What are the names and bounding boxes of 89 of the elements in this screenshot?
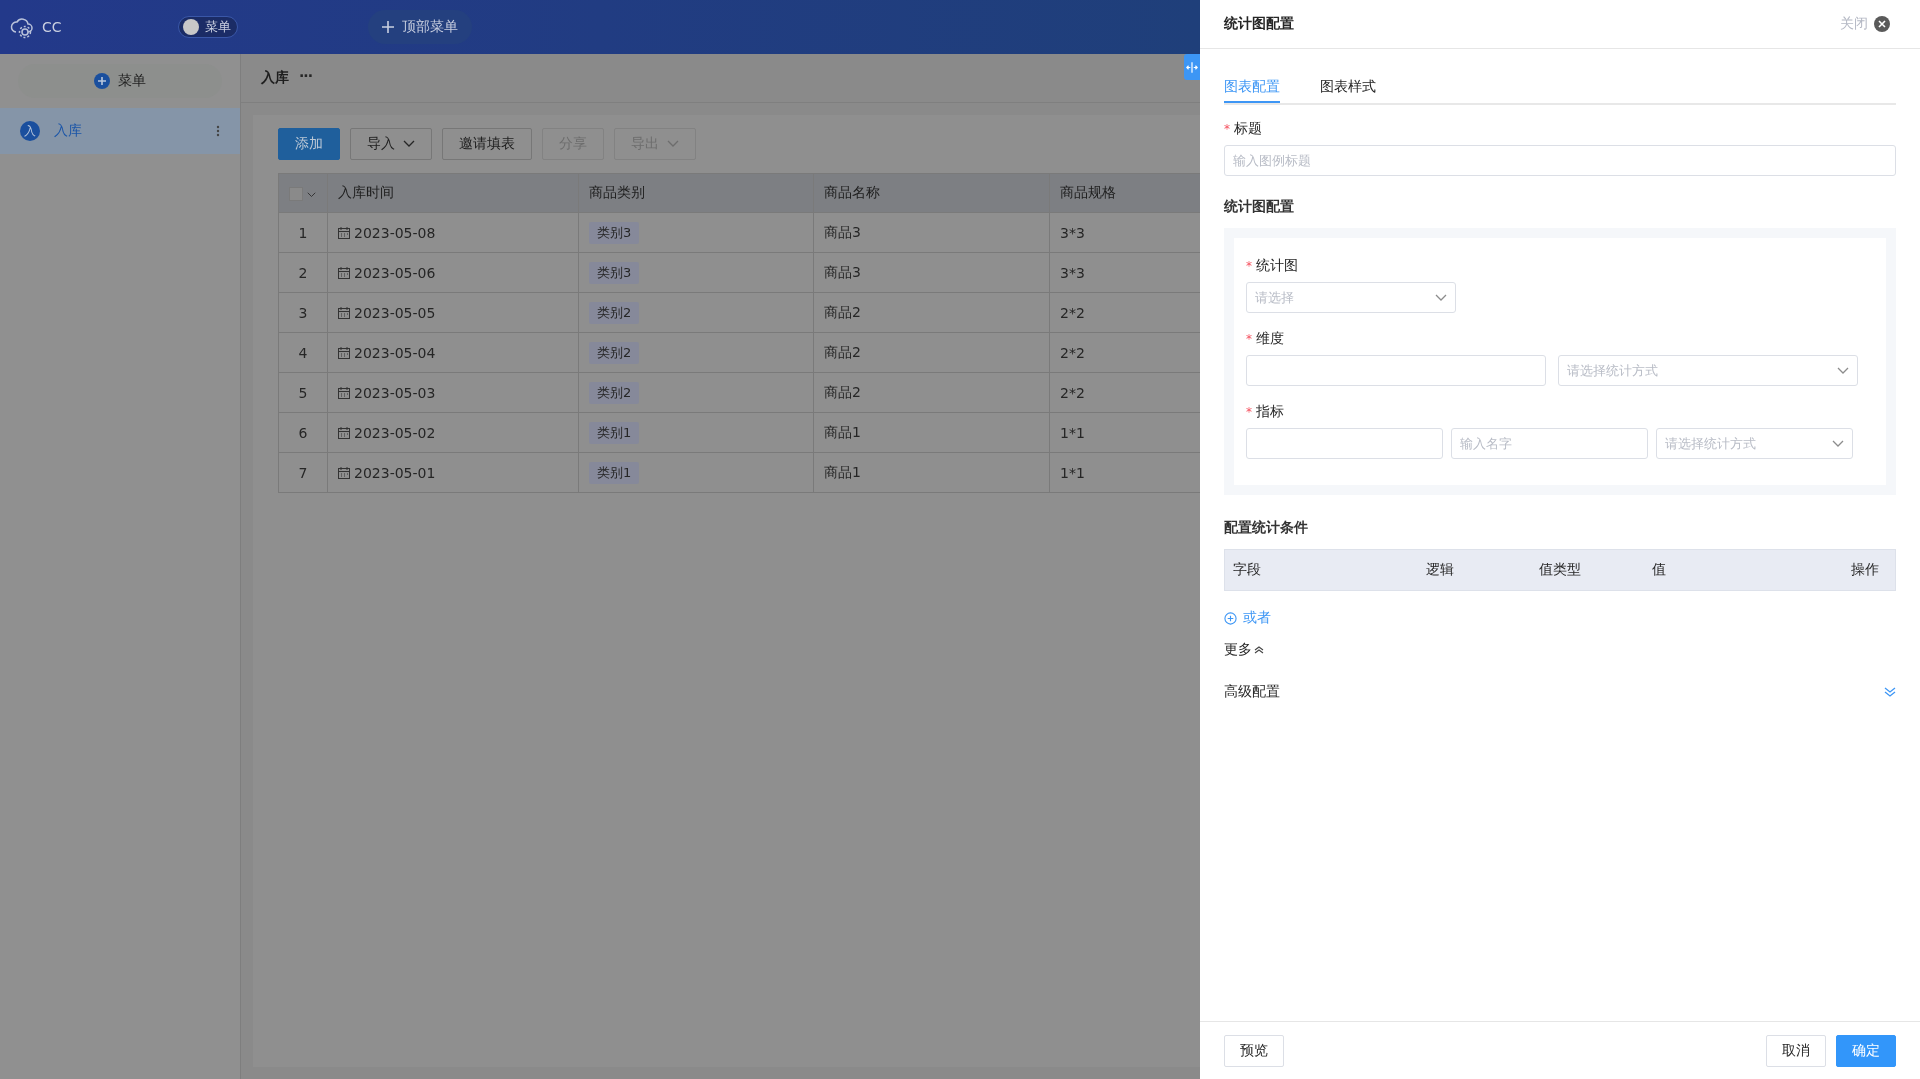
category-tag: 类别1 [589,421,640,444]
more-button[interactable]: ··· [299,68,312,84]
field-label: 指标 [1256,403,1284,421]
more-toggle[interactable]: 更多 [1224,641,1264,659]
required-asterisk: * [1224,122,1230,136]
table-cell: 2023-05-05 [354,304,436,321]
table-cell: 2023-05-02 [354,424,436,441]
chevron-down-icon [1435,293,1447,302]
calendar-icon [338,386,350,399]
table-cell: 商品1 [813,452,1050,493]
calendar-icon [338,226,350,239]
cancel-button[interactable]: 取消 [1766,1034,1826,1067]
field-label: 统计图 [1256,257,1298,275]
table-cell: 2023-05-08 [354,224,436,241]
category-tag: 类别3 [589,221,640,244]
row-number: 5 [278,372,328,413]
table-cell: 商品1 [813,412,1050,453]
avatar-badge: 入 [20,121,40,141]
plus-icon [382,21,394,33]
plus-circle-icon [94,73,110,89]
toolbar-button[interactable]: 导入 [350,128,432,160]
required-asterisk: * [1246,332,1252,346]
chevron-down-icon [1832,439,1844,448]
table-cell: 2023-05-04 [354,344,436,361]
page-title: 入库 [261,69,289,87]
table-cell: 商品3 [813,252,1050,293]
row-number: 1 [278,212,328,253]
resize-handle[interactable] [1184,54,1200,80]
cloud-gear-logo-icon [10,15,34,39]
calendar-icon [338,466,350,479]
row-number: 4 [278,332,328,373]
required-asterisk: * [1246,259,1252,273]
confirm-button[interactable]: 确定 [1836,1034,1896,1067]
column-header: 操作 [1851,561,1879,579]
section-heading: 统计图配置 [1224,198,1295,216]
column-header: 入库时间 [327,173,579,213]
drawer-title: 统计图配置 [1224,15,1295,33]
plus-circle-icon [1224,611,1237,625]
chevron-down-icon [1837,366,1849,375]
column-header: 商品名称 [813,173,1050,213]
chevron-up-icon [1254,646,1264,654]
toolbar-button[interactable]: 邀请填表 [442,128,532,160]
top-menu-button[interactable]: 顶部菜单 [368,10,472,44]
table-cell: 商品2 [813,292,1050,333]
category-tag: 类别1 [589,461,640,484]
table-cell: 2023-05-06 [354,264,436,281]
tab[interactable]: 图表样式 [1320,73,1376,103]
metric-input[interactable] [1246,428,1443,459]
column-header: 商品规格 [1049,173,1200,213]
row-number: 7 [278,452,328,493]
tab[interactable]: 图表配置 [1224,73,1280,103]
table-cell: 商品2 [813,372,1050,413]
field-label: 维度 [1256,330,1284,348]
section-heading: 配置统计条件 [1224,519,1309,537]
kebab-icon[interactable] [216,125,220,137]
column-header: 逻辑 [1426,561,1455,579]
dimension-input[interactable] [1246,355,1546,386]
add-or-link[interactable]: 或者 [1224,609,1271,627]
category-tag: 类别2 [589,381,640,404]
category-tag: 类别2 [589,301,640,324]
close-button[interactable]: 关闭 [1834,14,1896,34]
preview-button[interactable]: 预览 [1224,1034,1284,1067]
table-cell: 商品2 [813,332,1050,373]
calendar-icon [338,306,350,319]
double-chevron-down-icon[interactable] [1884,687,1896,697]
column-header: 值类型 [1539,561,1582,579]
table-cell: 2023-05-01 [354,464,436,481]
advanced-config-label: 高级配置 [1224,683,1280,701]
table-cell: 2023-05-03 [354,384,436,401]
sidebar-item[interactable]: 入 入库 [0,108,240,154]
row-number: 2 [278,252,328,293]
menu-toggle[interactable]: 菜单 [178,16,238,38]
calendar-icon [338,266,350,279]
column-header: 字段 [1233,561,1262,579]
calendar-icon [338,426,350,439]
category-tag: 类别2 [589,341,640,364]
category-tag: 类别3 [589,261,640,284]
row-number: 6 [278,412,328,453]
field-label: 标题 [1234,120,1262,138]
row-number: 3 [278,292,328,333]
close-icon [1874,16,1890,32]
column-header: 值 [1652,561,1667,579]
column-header: 商品类别 [578,173,814,213]
calendar-icon [338,346,350,359]
table-cell: 商品3 [813,212,1050,253]
app-name: CC [42,19,62,35]
chevron-down-icon[interactable] [307,192,317,198]
toolbar-button[interactable]: 添加 [278,128,340,160]
required-asterisk: * [1246,405,1252,419]
